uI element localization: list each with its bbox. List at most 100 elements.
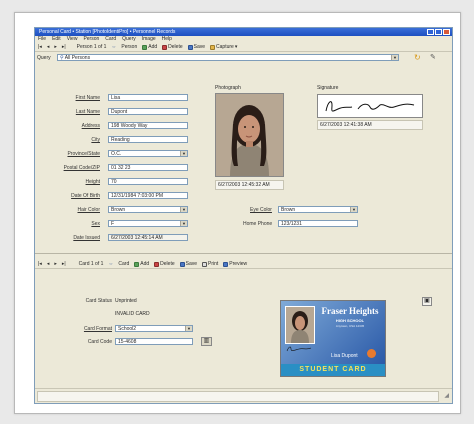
hair-color-select[interactable]: Brown ▼ (108, 206, 188, 213)
card-preview[interactable]: Fraser Heights HIGH SCHOOL Anytown, USA … (280, 300, 386, 377)
delete-label: Delete (160, 261, 175, 267)
menu-person[interactable]: Person (83, 36, 99, 43)
refresh-icon[interactable]: ↻ (414, 53, 421, 62)
person-save-button[interactable]: Save (187, 44, 205, 50)
height-label: Height (85, 179, 100, 185)
card-lookup-icon[interactable]: ⇔ (108, 261, 113, 267)
chevron-down-icon: ▼ (180, 221, 187, 226)
add-icon (134, 261, 140, 267)
chevron-down-icon: ▼ (391, 55, 398, 60)
preview-button[interactable]: Preview (223, 261, 247, 267)
preview-icon (223, 261, 229, 267)
signature-timestamp: 6/27/2003 12:41:38 AM (320, 122, 372, 128)
card-next-icon[interactable]: ▸ (54, 261, 57, 267)
preview-label: Preview (229, 261, 248, 267)
province-label: Province/State (67, 151, 100, 157)
date-issued-field[interactable]: 6/27/2003 12:45:14 AM (108, 234, 188, 241)
card-photo (285, 306, 315, 344)
home-phone-field[interactable]: 123/1231 (278, 220, 358, 227)
postal-code-label: Postal Code/ZIP (63, 165, 100, 171)
school-name: Fraser Heights (321, 306, 379, 316)
capture-button[interactable]: Capture ▾ (210, 44, 237, 50)
photo-timestamp-box: 6/27/2003 12:45:32 AM (215, 180, 284, 190)
card-prev-icon[interactable]: ◂ (47, 261, 50, 267)
card-portrait-image (286, 307, 314, 343)
minimize-button[interactable] (427, 29, 434, 35)
card-format-select[interactable]: School2 ▼ (115, 325, 193, 332)
signature-box[interactable] (317, 94, 423, 118)
menu-query[interactable]: Query (122, 36, 136, 43)
first-record-icon[interactable]: |◂ (38, 44, 42, 50)
eye-color-value: Brown (281, 207, 296, 213)
first-name-field[interactable]: Lisa (108, 94, 188, 101)
person-add-button[interactable]: Add (142, 44, 157, 50)
person-delete-button[interactable]: Delete (162, 44, 183, 50)
eye-color-select[interactable]: Brown ▼ (278, 206, 358, 213)
menu-image[interactable]: Image (142, 36, 156, 43)
card-add-button[interactable]: Add (134, 261, 149, 267)
card-entity-label: Card (118, 261, 130, 267)
photo-timestamp: 6/27/2003 12:45:32 AM (218, 182, 270, 188)
eye-color-label: Eye Color (250, 207, 272, 213)
print-label: Print (208, 261, 219, 267)
query-edit-icon[interactable]: ✎ (430, 53, 436, 61)
lookup-icon[interactable]: ⇔ (111, 44, 116, 50)
card-first-icon[interactable]: |◂ (38, 261, 42, 267)
card-format-value: School2 (118, 326, 137, 332)
menu-bar: File Edit View Person Card Query Image H… (35, 36, 452, 43)
card-preview-options-button[interactable]: ▣ (422, 297, 432, 306)
city-field[interactable]: Reading (108, 136, 188, 143)
menu-view[interactable]: View (67, 36, 78, 43)
last-name-field[interactable]: Dupont (108, 108, 188, 115)
query-value: All Persons (64, 55, 91, 61)
delete-icon (162, 44, 168, 50)
menu-help[interactable]: Help (162, 36, 172, 43)
card-delete-button[interactable]: Delete (154, 261, 175, 267)
menu-edit[interactable]: Edit (52, 36, 61, 43)
hair-color-value: Brown (111, 207, 126, 213)
school-subtitle: HIGH SCHOOL (335, 318, 365, 323)
window-title: Personal Card • Station [PhotoIdentiPro]… (39, 29, 176, 35)
signature-image (325, 101, 415, 112)
maximize-button[interactable] (435, 29, 442, 35)
print-button[interactable]: Print (202, 261, 218, 267)
sex-select[interactable]: F ▼ (108, 220, 188, 227)
barcode-button[interactable]: ▥ (201, 337, 212, 346)
dob-field[interactable]: 12/31/1984 7:03:00 PM (108, 192, 188, 199)
query-select[interactable]: ⚲ All Persons ▼ (57, 54, 399, 61)
person-record-counter: Person 1 of 1 (76, 44, 107, 50)
card-code-field[interactable]: 15-4608 (115, 338, 193, 345)
card-status-value: Unprinted (115, 298, 137, 304)
last-record-icon[interactable]: ▸| (62, 44, 66, 50)
card-last-icon[interactable]: ▸| (62, 261, 66, 267)
query-bar: Query ⚲ All Persons ▼ ↻ ✎ (35, 53, 452, 62)
preview-window-icon: ▣ (424, 298, 430, 304)
card-holder-name: Lisa Dupont (331, 353, 358, 359)
close-button[interactable] (443, 29, 450, 35)
home-phone-label: Home Phone (243, 221, 273, 227)
menu-file[interactable]: File (38, 36, 46, 43)
card-code-label: Card Code (87, 339, 112, 345)
sex-label: Sex (91, 221, 100, 227)
postal-code-field[interactable]: 01 32 23 (108, 164, 188, 171)
save-icon (187, 44, 193, 50)
address-label: Address (81, 123, 100, 129)
chevron-down-icon: ▾ (234, 44, 238, 50)
menu-card[interactable]: Card (105, 36, 116, 43)
signature-label: Signature (317, 85, 339, 91)
person-photo[interactable] (215, 93, 284, 177)
status-bar: ◢ (35, 388, 452, 403)
signature-timestamp-box: 6/27/2003 12:41:38 AM (317, 120, 423, 130)
resize-grip-icon[interactable]: ◢ (444, 392, 449, 399)
height-field[interactable]: 70 (108, 178, 188, 185)
add-icon (142, 44, 148, 50)
chevron-down-icon: ▼ (350, 207, 357, 212)
city-label: City (91, 137, 100, 143)
camera-icon (210, 44, 216, 50)
next-record-icon[interactable]: ▸ (54, 44, 57, 50)
app-window: Personal Card • Station [PhotoIdentiPro]… (34, 27, 453, 404)
address-field[interactable]: 198 Woody Way (108, 122, 188, 129)
card-save-button[interactable]: Save (179, 261, 197, 267)
province-select[interactable]: O.C. ▼ (108, 150, 188, 157)
prev-record-icon[interactable]: ◂ (47, 44, 50, 50)
